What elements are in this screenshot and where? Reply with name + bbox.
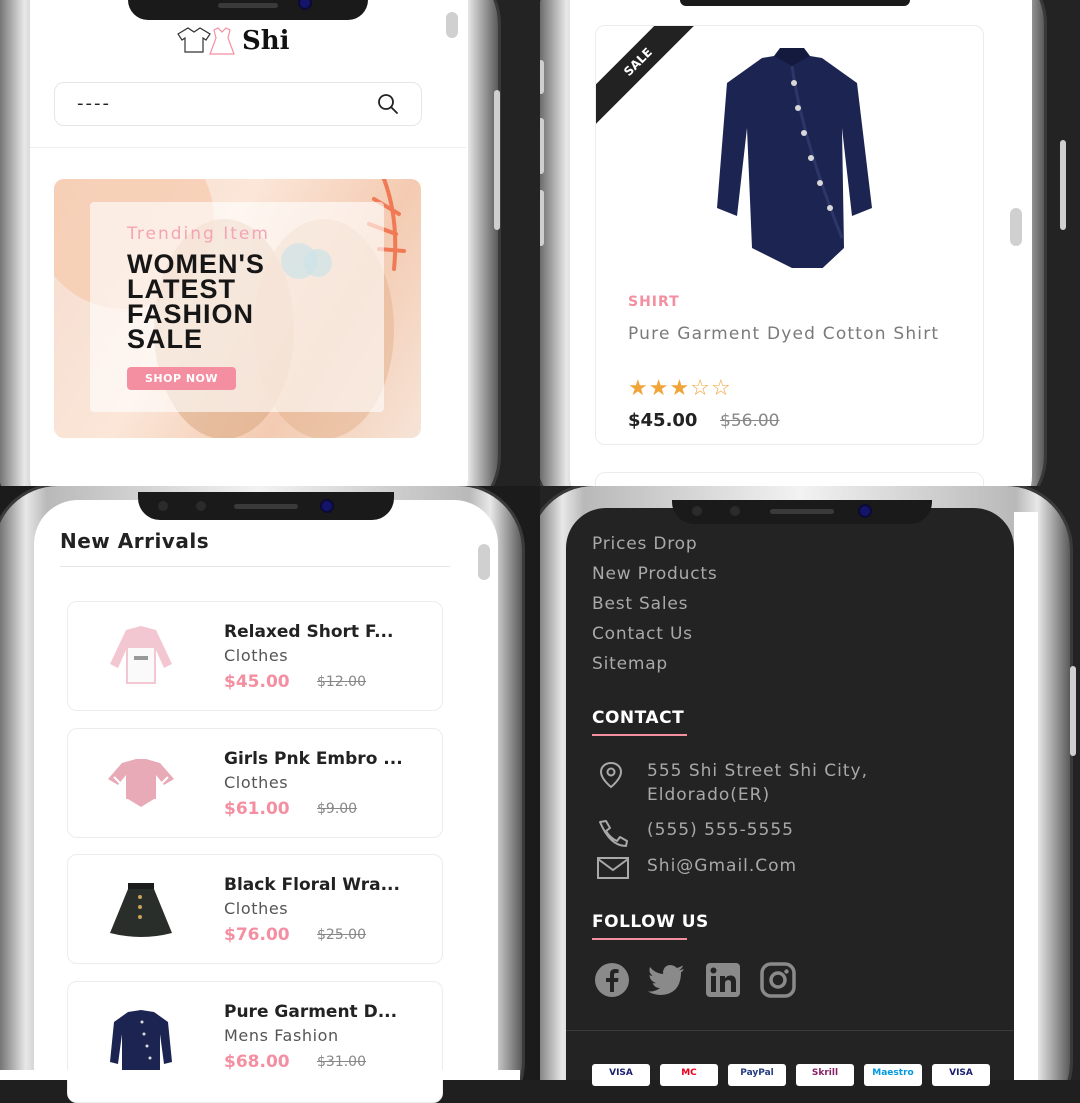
heading-underline xyxy=(592,938,687,940)
phone-side-button xyxy=(494,90,500,230)
star-empty-icon: ☆ xyxy=(690,376,711,401)
item-category[interactable]: Mens Fashion xyxy=(224,1026,339,1045)
list-item[interactable]: Pure Garment D... Mens Fashion $68.00 $3… xyxy=(67,981,443,1103)
linkedin-icon[interactable] xyxy=(705,962,741,998)
product-card[interactable]: SALE SHIRT Pure Garment Dyed Cotton Shir… xyxy=(595,25,984,445)
brand-name: Shi xyxy=(242,26,290,56)
phone-side-button xyxy=(540,190,544,246)
mail-icon xyxy=(597,857,629,879)
phone-side-button xyxy=(1060,140,1066,230)
item-price: $45.00 xyxy=(224,672,290,692)
item-title[interactable]: Black Floral Wra... xyxy=(224,875,424,895)
banner-headline: WOMEN'S LATEST FASHION SALE xyxy=(127,249,265,354)
star-filled-icon: ★ xyxy=(669,376,691,401)
search-input[interactable]: ---- xyxy=(77,93,111,114)
location-pin-icon xyxy=(599,761,623,789)
item-old-price: $9.00 xyxy=(317,801,358,817)
brand-logo[interactable]: Shi xyxy=(176,26,290,56)
payment-maestro-icon: Maestro xyxy=(864,1064,922,1086)
footer-link-contact-us[interactable]: Contact Us xyxy=(592,624,693,644)
footer-link-new-products[interactable]: New Products xyxy=(592,564,718,584)
scroll-track xyxy=(1014,512,1038,1080)
screenshot-home-top: Shi ---- Trending Item WOMEN'S LATEST FA… xyxy=(0,0,540,486)
product-category[interactable]: SHIRT xyxy=(628,294,680,310)
banner-trending-label: Trending Item xyxy=(127,224,270,244)
item-old-price: $25.00 xyxy=(317,927,366,943)
search-icon[interactable] xyxy=(377,93,399,115)
star-filled-icon: ★ xyxy=(628,376,649,401)
star-filled-icon: ★ xyxy=(648,376,670,401)
scrollbar-thumb[interactable] xyxy=(1010,208,1022,246)
phone-side-button xyxy=(1070,666,1076,756)
new-arrivals-title: New Arrivals xyxy=(60,529,210,553)
contact-address: 555 Shi Street Shi City, Eldorado(ER) xyxy=(647,761,869,805)
item-old-price: $12.00 xyxy=(317,674,366,690)
header-divider xyxy=(30,147,466,148)
item-category[interactable]: Clothes xyxy=(224,899,288,918)
product-thumb-crop-top xyxy=(108,759,174,807)
item-price: $61.00 xyxy=(224,799,290,819)
product-old-price: $56.00 xyxy=(720,411,780,431)
phone-side-button xyxy=(540,60,544,94)
item-old-price: $31.00 xyxy=(317,1054,366,1070)
star-empty-icon: ☆ xyxy=(710,376,732,401)
section-divider xyxy=(60,566,450,567)
instagram-icon[interactable] xyxy=(760,962,796,998)
hero-banner[interactable]: Trending Item WOMEN'S LATEST FASHION SAL… xyxy=(54,179,421,438)
phone-notch xyxy=(672,500,932,524)
scrollbar-thumb[interactable] xyxy=(478,544,490,580)
search-bar[interactable]: ---- xyxy=(54,82,422,126)
list-item[interactable]: Black Floral Wra... Clothes $76.00 $25.0… xyxy=(67,854,443,964)
star-rating: ★★★☆☆ xyxy=(628,376,732,401)
sale-badge: SALE xyxy=(596,26,705,129)
screen-bottom-edge xyxy=(0,1070,520,1080)
contact-phone[interactable]: (555) 555-5555 xyxy=(647,818,794,842)
follow-us-heading: FOLLOW US xyxy=(592,912,709,932)
heading-underline xyxy=(592,734,687,736)
product-thumb-shirt xyxy=(110,1010,172,1070)
product-thumb-sweatshirt xyxy=(110,626,172,684)
payment-skrill-icon: Skrill xyxy=(796,1064,854,1086)
payment-paypal-icon: PayPal xyxy=(728,1064,786,1086)
list-item[interactable]: Girls Pnk Embro ... Clothes $61.00 $9.00 xyxy=(67,728,443,838)
banner-text-card: Trending Item WOMEN'S LATEST FASHION SAL… xyxy=(90,202,384,412)
item-category[interactable]: Clothes xyxy=(224,773,288,792)
clothes-logo-icon xyxy=(177,27,235,55)
footer-divider xyxy=(566,1030,1014,1031)
footer-link-prices-drop[interactable]: Prices Drop xyxy=(592,534,697,554)
payment-visa-icon: VISA xyxy=(932,1064,990,1086)
phone-icon xyxy=(599,820,628,847)
item-title[interactable]: Relaxed Short F... xyxy=(224,622,424,642)
phone-notch xyxy=(680,0,910,6)
footer-link-best-sales[interactable]: Best Sales xyxy=(592,594,688,614)
list-item[interactable]: Relaxed Short F... Clothes $45.00 $12.00 xyxy=(67,601,443,711)
item-price: $68.00 xyxy=(224,1052,290,1072)
footer-link-sitemap[interactable]: Sitemap xyxy=(592,654,668,674)
item-category[interactable]: Clothes xyxy=(224,646,288,665)
item-price: $76.00 xyxy=(224,925,290,945)
item-title[interactable]: Girls Pnk Embro ... xyxy=(224,749,424,769)
scrollbar-thumb[interactable] xyxy=(446,12,458,38)
item-title[interactable]: Pure Garment D... xyxy=(224,1002,424,1022)
facebook-icon[interactable] xyxy=(594,962,630,998)
contact-heading: CONTACT xyxy=(592,708,685,728)
twitter-icon[interactable] xyxy=(648,962,686,998)
phone-side-button xyxy=(540,118,544,174)
product-price: $45.00 xyxy=(628,410,698,431)
phone-notch xyxy=(128,0,368,20)
phone-notch xyxy=(138,492,394,520)
payment-mastercard-icon: MC xyxy=(660,1064,718,1086)
product-name[interactable]: Pure Garment Dyed Cotton Shirt xyxy=(628,323,948,345)
product-thumb-skirt xyxy=(110,883,172,937)
shop-now-button[interactable]: SHOP NOW xyxy=(127,367,236,390)
payment-visa-icon: VISA xyxy=(592,1064,650,1086)
contact-email[interactable]: Shi@Gmail.Com xyxy=(647,854,797,878)
product-image-shirt xyxy=(717,48,872,268)
